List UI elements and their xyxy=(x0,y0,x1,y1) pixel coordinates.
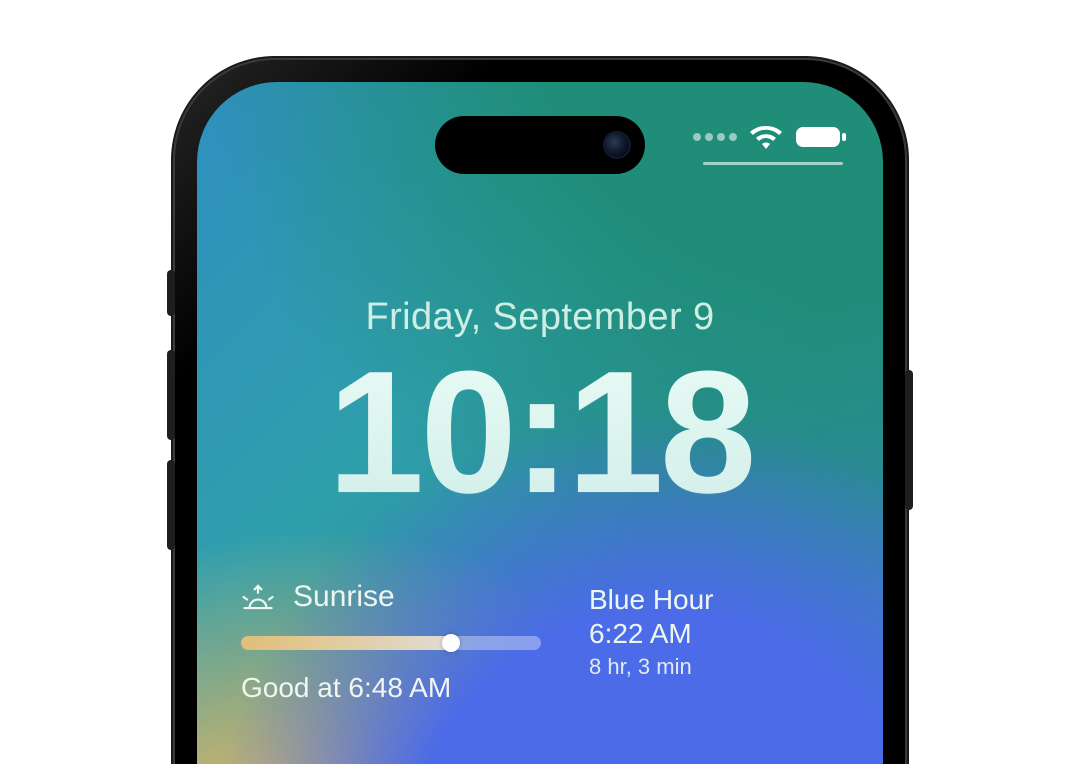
sunrise-progress-knob[interactable] xyxy=(442,634,460,652)
signal-dots-icon xyxy=(693,133,737,141)
dynamic-island[interactable] xyxy=(435,116,645,174)
datetime-block: Friday, September 9 10:18 xyxy=(197,296,883,519)
blue-hour-title: Blue Hour xyxy=(589,584,839,616)
sunrise-label: Sunrise xyxy=(293,580,395,614)
sunrise-progress[interactable] xyxy=(241,636,541,650)
phone-frame: Friday, September 9 10:18 xyxy=(175,60,905,764)
sunrise-icon xyxy=(241,582,275,612)
lock-date: Friday, September 9 xyxy=(197,296,883,339)
blue-hour-widget[interactable]: Blue Hour 6:22 AM 8 hr, 3 min xyxy=(589,580,839,680)
mute-switch xyxy=(167,270,175,316)
blue-hour-duration: 8 hr, 3 min xyxy=(589,654,839,680)
status-underline xyxy=(703,162,843,165)
battery-icon xyxy=(795,124,847,150)
sunrise-widget[interactable]: Sunrise Good at 6:48 AM xyxy=(241,580,541,704)
camera-lens-icon xyxy=(603,131,631,159)
lock-time: 10:18 xyxy=(197,345,883,519)
power-button xyxy=(905,370,913,510)
status-bar-right xyxy=(693,124,847,150)
sunrise-progress-track xyxy=(241,636,541,650)
wifi-icon xyxy=(749,124,783,150)
volume-down-button xyxy=(167,460,175,550)
volume-up-button xyxy=(167,350,175,440)
screenshot-stage: Friday, September 9 10:18 xyxy=(0,0,1080,764)
blue-hour-time: 6:22 AM xyxy=(589,618,839,650)
sunrise-detail: Good at 6:48 AM xyxy=(241,672,541,704)
widgets-row: Sunrise Good at 6:48 AM Blue Hour 6:22 A… xyxy=(241,580,839,704)
lock-screen[interactable]: Friday, September 9 10:18 xyxy=(197,82,883,764)
